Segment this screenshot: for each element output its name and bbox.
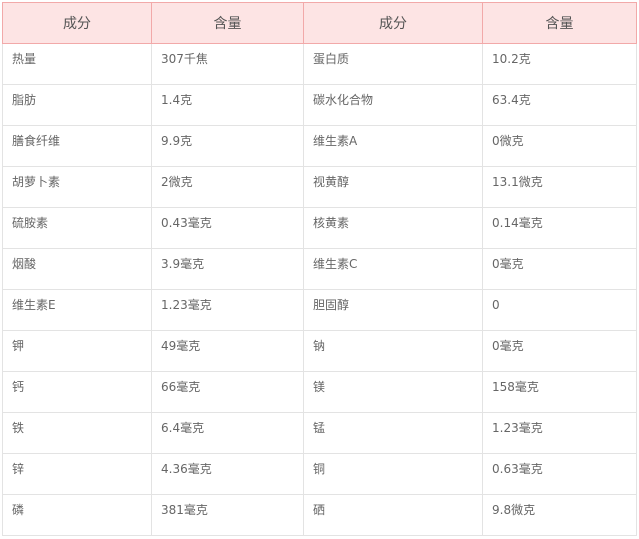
ingredient-cell: 磷 [2,494,152,536]
table-row: 钾 49毫克 钠 0毫克 [2,330,637,372]
header-ingredient-2: 成分 [303,2,483,44]
ingredient-cell: 热量 [2,43,152,85]
ingredient-cell: 镁 [303,371,483,413]
table-row: 钙 66毫克 镁 158毫克 [2,371,637,413]
amount-cell: 1.4克 [151,84,304,126]
amount-cell: 3.9毫克 [151,248,304,290]
amount-cell: 63.4克 [482,84,637,126]
amount-cell: 0 [482,289,637,331]
amount-cell: 307千焦 [151,43,304,85]
ingredient-cell: 蛋白质 [303,43,483,85]
amount-cell: 1.23毫克 [151,289,304,331]
amount-cell: 49毫克 [151,330,304,372]
amount-cell: 0微克 [482,125,637,167]
ingredient-cell: 硒 [303,494,483,536]
ingredient-cell: 核黄素 [303,207,483,249]
ingredient-cell: 锰 [303,412,483,454]
ingredient-cell: 维生素E [2,289,152,331]
table-row: 胡萝卜素 2微克 视黄醇 13.1微克 [2,166,637,208]
amount-cell: 2微克 [151,166,304,208]
amount-cell: 66毫克 [151,371,304,413]
header-ingredient-1: 成分 [2,2,152,44]
table-header: 成分 含量 成分 含量 [2,2,637,44]
table-row: 硫胺素 0.43毫克 核黄素 0.14毫克 [2,207,637,249]
ingredient-cell: 烟酸 [2,248,152,290]
table-row: 铁 6.4毫克 锰 1.23毫克 [2,412,637,454]
amount-cell: 0.43毫克 [151,207,304,249]
amount-cell: 0毫克 [482,248,637,290]
ingredient-cell: 钙 [2,371,152,413]
amount-cell: 13.1微克 [482,166,637,208]
amount-cell: 9.8微克 [482,494,637,536]
nutrition-table: 成分 含量 成分 含量 热量 307千焦 蛋白质 10.2克 脂肪 1.4克 碳… [2,2,637,536]
table-row: 锌 4.36毫克 铜 0.63毫克 [2,453,637,495]
amount-cell: 381毫克 [151,494,304,536]
ingredient-cell: 铁 [2,412,152,454]
amount-cell: 0.63毫克 [482,453,637,495]
amount-cell: 10.2克 [482,43,637,85]
header-amount-1: 含量 [151,2,304,44]
amount-cell: 6.4毫克 [151,412,304,454]
ingredient-cell: 脂肪 [2,84,152,126]
table-row: 磷 381毫克 硒 9.8微克 [2,494,637,536]
table-row: 烟酸 3.9毫克 维生素C 0毫克 [2,248,637,290]
ingredient-cell: 钾 [2,330,152,372]
ingredient-cell: 膳食纤维 [2,125,152,167]
ingredient-cell: 视黄醇 [303,166,483,208]
amount-cell: 1.23毫克 [482,412,637,454]
table-body: 热量 307千焦 蛋白质 10.2克 脂肪 1.4克 碳水化合物 63.4克 膳… [2,43,637,536]
ingredient-cell: 硫胺素 [2,207,152,249]
header-row: 成分 含量 成分 含量 [2,2,637,44]
amount-cell: 4.36毫克 [151,453,304,495]
ingredient-cell: 钠 [303,330,483,372]
table-row: 膳食纤维 9.9克 维生素A 0微克 [2,125,637,167]
ingredient-cell: 维生素A [303,125,483,167]
header-amount-2: 含量 [482,2,637,44]
amount-cell: 9.9克 [151,125,304,167]
ingredient-cell: 铜 [303,453,483,495]
ingredient-cell: 胡萝卜素 [2,166,152,208]
nutrition-table-container: 成分 含量 成分 含量 热量 307千焦 蛋白质 10.2克 脂肪 1.4克 碳… [2,2,637,536]
amount-cell: 0毫克 [482,330,637,372]
ingredient-cell: 维生素C [303,248,483,290]
ingredient-cell: 胆固醇 [303,289,483,331]
amount-cell: 0.14毫克 [482,207,637,249]
ingredient-cell: 锌 [2,453,152,495]
ingredient-cell: 碳水化合物 [303,84,483,126]
table-row: 脂肪 1.4克 碳水化合物 63.4克 [2,84,637,126]
table-row: 热量 307千焦 蛋白质 10.2克 [2,43,637,85]
table-row: 维生素E 1.23毫克 胆固醇 0 [2,289,637,331]
amount-cell: 158毫克 [482,371,637,413]
